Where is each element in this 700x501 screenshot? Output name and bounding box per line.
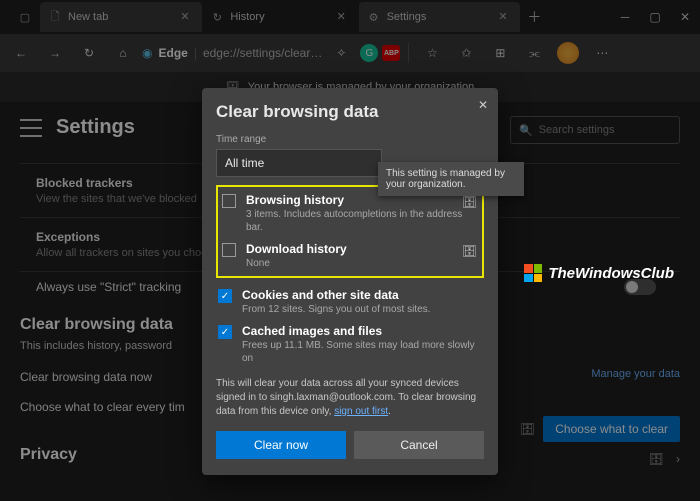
watermark: TheWindowsClub: [524, 264, 674, 282]
item-title: Cached images and files: [242, 324, 482, 338]
clear-now-button[interactable]: Clear now: [216, 431, 346, 459]
item-title: Cookies and other site data: [242, 288, 482, 302]
sign-out-link[interactable]: sign out first: [334, 406, 388, 417]
clear-browsing-data-dialog: ✕ Clear browsing data Time range All tim…: [202, 88, 498, 475]
briefcase-icon: 🗄: [462, 244, 476, 258]
time-range-select[interactable]: All time: [216, 149, 382, 177]
briefcase-icon: 🗄: [462, 195, 476, 209]
cancel-button[interactable]: Cancel: [354, 431, 484, 459]
item-desc: 3 items. Includes autocompletions in the…: [246, 208, 478, 234]
tooltip-text: This setting is managed by your organiza…: [386, 168, 505, 190]
time-range-label: Time range: [216, 134, 484, 145]
dialog-close-button[interactable]: ✕: [478, 98, 488, 112]
checkbox-unchecked[interactable]: [222, 194, 236, 208]
dialog-title: Clear browsing data: [216, 102, 484, 122]
cookies-item[interactable]: ✓ Cookies and other site data From 12 si…: [216, 284, 484, 320]
item-desc: From 12 sites. Signs you out of most sit…: [242, 303, 482, 316]
browsing-history-item[interactable]: Browsing history 3 items. Includes autoc…: [220, 189, 480, 238]
checkbox-checked[interactable]: ✓: [218, 289, 232, 303]
highlighted-group: Browsing history 3 items. Includes autoc…: [216, 185, 484, 278]
item-desc: Frees up 11.1 MB. Some sites may load mo…: [242, 339, 482, 365]
checkbox-checked[interactable]: ✓: [218, 325, 232, 339]
download-history-item[interactable]: Download history None 🗄: [220, 238, 480, 274]
windows-logo-icon: [524, 264, 542, 282]
checkbox-unchecked[interactable]: [222, 243, 236, 257]
org-managed-tooltip: This setting is managed by your organiza…: [378, 162, 524, 196]
time-range-value: All time: [225, 156, 264, 170]
item-title: Download history: [246, 242, 478, 256]
sync-disclaimer: This will clear your data across all you…: [216, 377, 484, 419]
cached-item[interactable]: ✓ Cached images and files Frees up 11.1 …: [216, 320, 484, 369]
item-desc: None: [246, 257, 478, 270]
watermark-text: TheWindowsClub: [548, 265, 674, 282]
